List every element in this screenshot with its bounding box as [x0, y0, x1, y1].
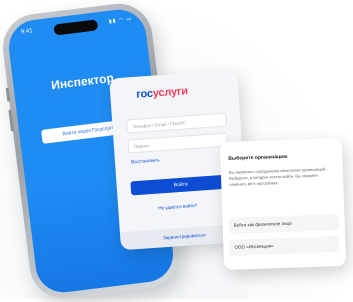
organization-card-title: Выберите организацию [228, 153, 288, 162]
password-field[interactable]: Пароль [127, 132, 229, 154]
login-field[interactable]: Телефон / Email / СНИЛС [126, 112, 227, 134]
status-time: 9:41 [20, 28, 34, 36]
organization-card-body: Вы являетесь сотрудником нескольких орга… [228, 166, 327, 187]
organization-card: Выберите организацию Вы являетесь сотруд… [219, 137, 347, 271]
restore-link[interactable]: Восстановить [131, 157, 160, 164]
phone-notch [53, 19, 99, 36]
gosuslugi-logo-part2: услуги [152, 85, 189, 100]
gosuslugi-logo-part1: гос [135, 87, 154, 101]
submit-button[interactable]: Войти [130, 174, 232, 196]
phone-side-button [5, 87, 11, 102]
other-way-link[interactable]: Не удаётся войти? [158, 203, 197, 211]
org-item-individual[interactable]: Войти как физическое лицо [228, 214, 339, 234]
gosuslugi-logo: госуслуги [136, 85, 188, 101]
org-item-company[interactable]: ООО «Инспекция» [229, 236, 340, 256]
status-icons: ▮▮ ◠ ▭ [108, 16, 133, 25]
